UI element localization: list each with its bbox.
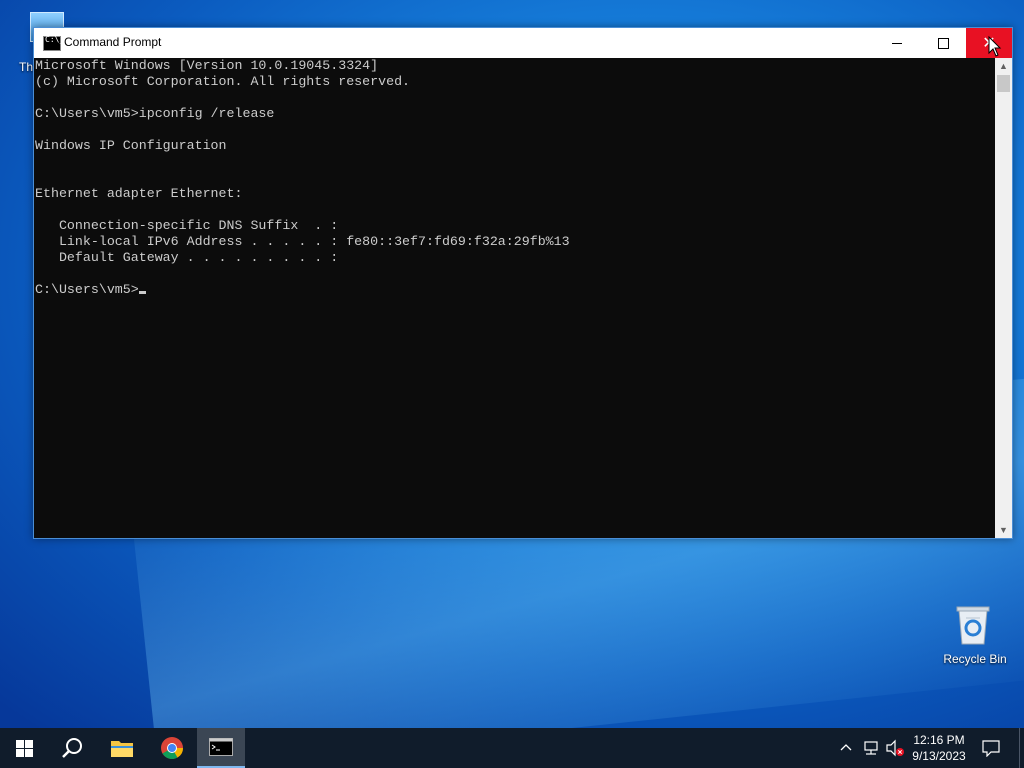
- file-explorer-button[interactable]: [98, 728, 146, 768]
- action-center-icon[interactable]: [982, 739, 1000, 757]
- scroll-up-arrow-icon[interactable]: ▲: [995, 58, 1012, 74]
- system-clock[interactable]: 12:16 PM 9/13/2023: [905, 732, 973, 764]
- start-button[interactable]: [0, 728, 48, 768]
- chrome-icon: [161, 737, 183, 759]
- console-line: Connection-specific DNS Suffix . :: [35, 218, 339, 233]
- show-desktop-button[interactable]: [1019, 728, 1024, 768]
- console-line: Default Gateway . . . . . . . . . :: [35, 250, 339, 265]
- recycle-bin-icon: [956, 606, 990, 645]
- console-line: Ethernet adapter Ethernet:: [35, 186, 243, 201]
- show-hidden-icons-chevron-icon[interactable]: [838, 740, 854, 756]
- mouse-pointer-icon: [988, 36, 1002, 57]
- console-line: C:\Users\vm5>ipconfig /release: [35, 106, 275, 121]
- desktop-icon-label: Th: [19, 60, 34, 74]
- text-cursor: [138, 291, 146, 294]
- taskbar: 12:16 PM 9/13/2023: [0, 728, 1024, 768]
- command-prompt-window[interactable]: C:\_ Command Prompt ✕ Microsoft Windows …: [33, 27, 1013, 539]
- search-button[interactable]: [48, 728, 96, 768]
- maximize-button[interactable]: [920, 28, 966, 58]
- console-text: Microsoft Windows [Version 10.0.19045.33…: [35, 58, 570, 298]
- cmd-icon: [209, 738, 233, 756]
- folder-icon: [111, 741, 133, 757]
- cmd-app-icon: C:\_: [43, 35, 64, 51]
- desktop-icon-recycle-bin[interactable]: Recycle Bin: [938, 598, 1012, 674]
- command-prompt-taskbar-button[interactable]: [197, 728, 245, 768]
- search-icon: [62, 738, 82, 758]
- console-line: (c) Microsoft Corporation. All rights re…: [35, 74, 411, 89]
- vertical-scrollbar[interactable]: ▲ ▼: [995, 58, 1012, 538]
- volume-muted-icon[interactable]: [885, 739, 905, 757]
- minimize-icon: [892, 42, 902, 44]
- console-line: Windows IP Configuration: [35, 138, 227, 153]
- console-prompt: C:\Users\vm5>: [35, 282, 139, 297]
- clock-date: 9/13/2023: [912, 749, 966, 763]
- minimize-button[interactable]: [874, 28, 920, 58]
- maximize-icon: [937, 37, 949, 49]
- window-title: Command Prompt: [64, 35, 162, 49]
- network-icon[interactable]: [862, 739, 880, 757]
- windows-logo-icon: [15, 739, 33, 757]
- console-output[interactable]: Microsoft Windows [Version 10.0.19045.33…: [34, 58, 995, 538]
- scroll-thumb[interactable]: [997, 75, 1010, 92]
- scroll-down-arrow-icon[interactable]: ▼: [995, 522, 1012, 538]
- console-line: Microsoft Windows [Version 10.0.19045.33…: [35, 58, 379, 73]
- title-bar[interactable]: C:\_ Command Prompt ✕: [34, 28, 1012, 58]
- clock-time: 12:16 PM: [913, 733, 965, 747]
- desktop-icon-label: Recycle Bin: [943, 652, 1007, 666]
- desktop: Th Recycle Bin C:\_ Command Prompt ✕ Mic…: [0, 0, 1024, 728]
- console-line: Link-local IPv6 Address . . . . . : fe80…: [35, 234, 570, 249]
- chrome-button[interactable]: [148, 728, 196, 768]
